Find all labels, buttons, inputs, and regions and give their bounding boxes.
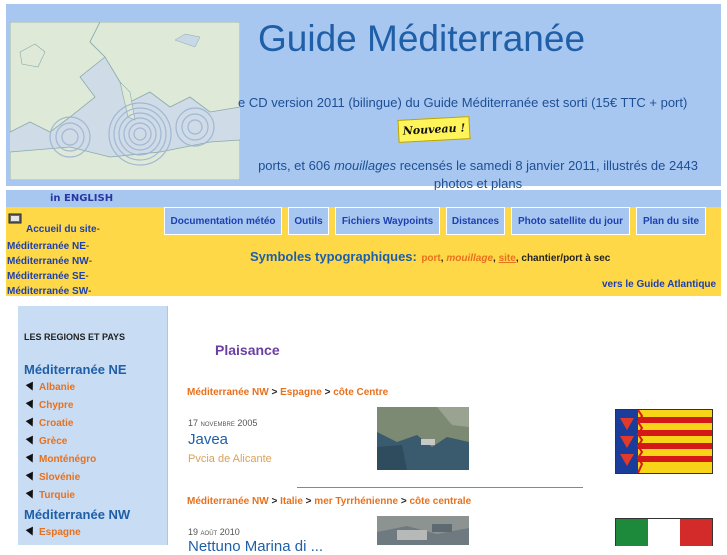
triangle-down-icon (25, 489, 37, 501)
valencia-flag-image (615, 409, 713, 474)
country-item[interactable]: Monténégro (25, 453, 96, 465)
nav-link-label[interactable]: Méditerranée SW (7, 286, 88, 297)
italy-flag-image (615, 518, 713, 546)
nav-separator: - (88, 256, 93, 267)
triangle-down-icon (25, 453, 37, 465)
breadcrumb-link[interactable]: côte Centre (333, 387, 388, 398)
english-link[interactable]: in ENGLISH (50, 193, 113, 204)
country-item[interactable]: Slovénie (25, 471, 80, 483)
country-item[interactable]: Espagne (25, 526, 81, 538)
nav-separator: - (88, 286, 92, 297)
symbol-port: port (421, 253, 441, 264)
tab-plan-du-site[interactable]: Plan du site (636, 207, 706, 235)
country-item[interactable]: Chypre (25, 399, 73, 411)
date-day: 17 (188, 418, 199, 428)
date-year: 2010 (219, 527, 240, 537)
country-label[interactable]: Chypre (39, 400, 73, 411)
entry-subtitle: Pvcia de Alicante (188, 453, 272, 465)
tab-fichiers-waypoints[interactable]: Fichiers Waypoints (335, 207, 440, 235)
tab-photo-satellite[interactable]: Photo satellite du jour (511, 207, 630, 235)
section-title: Plaisance (215, 342, 280, 358)
breadcrumb-separator: > (271, 387, 278, 398)
cd-announcement-link[interactable]: e CD version 2011 (bilingue) du Guide Mé… (238, 95, 687, 110)
stats-prefix: ports, et 606 (258, 158, 334, 173)
atlantic-guide-link[interactable]: vers le Guide Atlantique (602, 279, 716, 290)
triangle-down-icon (25, 526, 37, 538)
symbol-site: site (498, 253, 516, 264)
date-year: 2005 (237, 418, 258, 428)
triangle-down-icon (25, 381, 37, 393)
symbols-label: Symboles typographiques: (250, 249, 417, 264)
region-med-nw[interactable]: Méditerranée NW (24, 507, 130, 522)
entry-photo[interactable] (377, 407, 469, 470)
mediterranean-map-image[interactable] (10, 22, 240, 180)
nav-separator: - (96, 224, 100, 235)
breadcrumb-link[interactable]: Méditerranée NW (187, 387, 269, 398)
breadcrumb-separator: > (400, 496, 407, 507)
breadcrumb: Méditerranée NW > Italie > mer Tyrrhénie… (187, 496, 471, 507)
symbols-legend: Symboles typographiques: port, mouillage… (250, 248, 610, 266)
sidebar-heading: LES REGIONS ET PAYS (24, 332, 126, 342)
country-label[interactable]: Turquie (39, 490, 75, 501)
breadcrumb-separator: > (271, 496, 278, 507)
breadcrumb-separator: > (324, 387, 331, 398)
country-item[interactable]: Albanie (25, 381, 75, 393)
entry-date: 19 août 2010 (188, 527, 240, 537)
region-med-ne[interactable]: Méditerranée NE (24, 362, 127, 377)
breadcrumb-link[interactable]: côte centrale (409, 496, 471, 507)
country-item[interactable]: Grèce (25, 435, 67, 447)
entry-photo[interactable] (377, 516, 469, 545)
stats-mouillages: mouillages (333, 158, 397, 173)
symbol-chantier: chantier/port à sec (521, 253, 611, 264)
country-item[interactable]: Croatie (25, 417, 73, 429)
site-title[interactable]: Guide Méditerranée (258, 18, 585, 60)
country-label[interactable]: Espagne (39, 527, 81, 538)
breadcrumb-link[interactable]: Espagne (280, 387, 322, 398)
country-label[interactable]: Croatie (39, 418, 73, 429)
breadcrumb-link[interactable]: mer Tyrrhénienne (314, 496, 398, 507)
entry-title[interactable]: Javea (188, 431, 228, 448)
site-stats: ports, et 606 mouillages recensés le sam… (238, 157, 718, 193)
breadcrumb-link[interactable]: Italie (280, 496, 303, 507)
country-label[interactable]: Albanie (39, 382, 75, 393)
date-month: novembre (200, 418, 235, 428)
breadcrumb-separator: > (305, 496, 312, 507)
symbol-mouillage: mouillage (446, 253, 494, 264)
tab-distances[interactable]: Distances (446, 207, 505, 235)
entry-date: 17 novembre 2005 (188, 418, 257, 428)
entry-title[interactable]: Nettuno Marina di ... (188, 538, 323, 555)
nouveau-badge: Nouveau ! (397, 116, 471, 143)
stats-middle: recensés le samedi 8 janvier 2011, illus… (396, 158, 698, 173)
country-label[interactable]: Slovénie (39, 472, 80, 483)
breadcrumb-link[interactable]: Méditerranée NW (187, 496, 269, 507)
triangle-down-icon (25, 471, 37, 483)
breadcrumb: Méditerranée NW > Espagne > côte Centre (187, 387, 388, 398)
tab-documentation-meteo[interactable]: Documentation météo (164, 207, 282, 235)
date-day: 19 (188, 527, 199, 537)
nav-link-med-sw[interactable]: Méditerranée SW- (7, 279, 91, 298)
home-icon[interactable] (8, 212, 22, 224)
country-label[interactable]: Grèce (39, 436, 67, 447)
date-month: août (200, 527, 218, 537)
triangle-down-icon (25, 417, 37, 429)
country-item[interactable]: Turquie (25, 489, 75, 501)
triangle-down-icon (25, 399, 37, 411)
entry-divider (297, 487, 583, 488)
tab-outils[interactable]: Outils (288, 207, 329, 235)
triangle-down-icon (25, 435, 37, 447)
country-label[interactable]: Monténégro (39, 454, 96, 465)
